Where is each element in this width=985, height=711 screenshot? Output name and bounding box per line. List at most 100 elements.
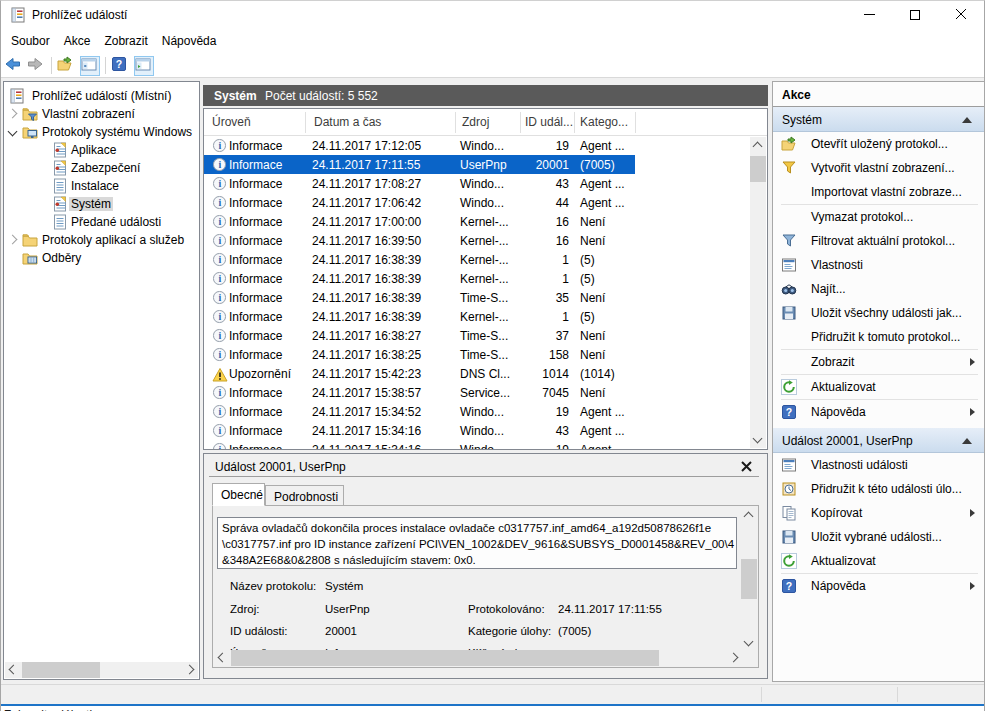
info-icon — [213, 234, 226, 247]
tree-item-aplikace[interactable]: Aplikace — [4, 141, 199, 159]
close-button[interactable] — [938, 1, 984, 28]
details-close-icon[interactable] — [741, 461, 752, 472]
event-row[interactable]: Upozornění 24.11.2017 15:42:23 DNS Cl...… — [204, 364, 635, 383]
back-button[interactable] — [5, 56, 25, 76]
help-button[interactable]: ? — [111, 56, 131, 76]
tree-horizontal-scrollbar[interactable] — [5, 662, 198, 678]
tree-item-p-edan-ud-losti[interactable]: Předané události — [4, 213, 199, 231]
event-row[interactable]: Informace 24.11.2017 15:34:52 Windo... 1… — [204, 402, 635, 421]
field-value: Systém — [325, 580, 363, 592]
field-value: UserPnp — [325, 603, 370, 615]
tree-item-instalace[interactable]: Instalace — [4, 177, 199, 195]
folder-plain-icon — [22, 232, 37, 247]
event-description: Správa ovladačů dokončila proces instala… — [217, 517, 737, 569]
info-icon — [213, 196, 226, 209]
info-icon — [213, 310, 226, 323]
column-header[interactable]: Datum a čas — [314, 115, 381, 129]
action-naj-t-[interactable]: Najít... — [773, 277, 984, 301]
minimize-button[interactable] — [846, 1, 892, 28]
tab-podrobnosti[interactable]: Podrobnosti — [265, 485, 344, 506]
action-kop-rovat[interactable]: Kopírovat — [773, 501, 984, 525]
tree-item-odb-ry[interactable]: Odběry — [4, 249, 199, 267]
info-icon — [213, 158, 226, 171]
action-ulo-it-vybran-ud-losti-[interactable]: Uložit vybrané události... — [773, 525, 984, 549]
column-header[interactable]: Úroveň — [212, 115, 251, 129]
event-row[interactable]: Informace 24.11.2017 16:38:39 Kernel-...… — [204, 250, 635, 269]
action-otev-t-ulo-en-protokol-[interactable]: Otevřít uložený protokol... — [773, 132, 984, 156]
action-pane-toggle-button[interactable] — [134, 56, 154, 76]
details-vertical-scrollbar[interactable] — [741, 507, 757, 651]
action-ulo-it-v-echny-ud-losti-jak-[interactable]: Uložit všechny události jak... — [773, 301, 984, 325]
event-row[interactable]: Informace 24.11.2017 17:08:27 Windo... 4… — [204, 174, 635, 193]
event-row[interactable]: Informace 24.11.2017 17:00:00 Kernel-...… — [204, 212, 635, 231]
action-p-idru-it-k-tomuto-protokol-[interactable]: Přidružit k tomuto protokol... — [773, 325, 984, 349]
action-section-header[interactable]: Systém — [773, 107, 984, 132]
event-row[interactable]: Informace 24.11.2017 15:34:16 Windo... 4… — [204, 421, 635, 440]
action-vlastnosti[interactable]: Vlastnosti — [773, 253, 984, 277]
help-icon: ? — [781, 404, 797, 420]
action-n-pov-da[interactable]: ?Nápověda — [773, 574, 984, 598]
info-icon — [213, 291, 226, 304]
column-header[interactable]: Zdroj — [462, 115, 489, 129]
warning-icon — [212, 367, 227, 382]
action-zobrazit[interactable]: Zobrazit — [773, 350, 984, 374]
event-row[interactable]: Informace 24.11.2017 15:38:57 Service...… — [204, 383, 635, 402]
svg-text:?: ? — [786, 406, 792, 418]
filter-new-icon — [781, 160, 797, 176]
tree-item-protokoly-syst-mu-windows[interactable]: Protokoly systému Windows — [4, 123, 199, 141]
menu-zobrazit[interactable]: Zobrazit — [97, 30, 154, 52]
event-row[interactable]: Informace 24.11.2017 16:38:39 Time-S... … — [204, 288, 635, 307]
action-importovat-vlastn-zobraze-[interactable]: Importovat vlastní zobraze... — [773, 180, 984, 204]
tree-item-protokoly-aplikac-a-slu-eb[interactable]: Protokoly aplikací a služeb — [4, 231, 199, 249]
menu-soubor[interactable]: Soubor — [4, 30, 57, 52]
open-saved-log-button[interactable] — [57, 56, 77, 76]
collapse-icon[interactable] — [962, 438, 972, 444]
save-icon — [781, 305, 797, 321]
menu-nápověda[interactable]: Nápověda — [155, 30, 224, 52]
status-bar — [1, 684, 984, 704]
event-row[interactable]: Informace 24.11.2017 17:12:05 Windo... 1… — [204, 136, 635, 155]
event-row[interactable]: Informace 24.11.2017 16:39:50 Kernel-...… — [204, 231, 635, 250]
maximize-button[interactable] — [892, 1, 938, 28]
collapse-icon[interactable] — [962, 117, 972, 123]
tab-obecne[interactable]: Obecné — [212, 483, 265, 506]
field-label: Protokolováno: — [468, 603, 545, 615]
chevron-down-icon[interactable] — [8, 127, 18, 137]
action-aktualizovat[interactable]: Aktualizovat — [773, 549, 984, 573]
action-n-pov-da[interactable]: ?Nápověda — [773, 400, 984, 424]
details-horizontal-scrollbar[interactable] — [214, 650, 742, 666]
tree-item-syst-m[interactable]: Systém — [4, 195, 199, 213]
event-viewer-icon — [9, 88, 24, 103]
open-folder-icon — [781, 136, 797, 152]
forward-button[interactable] — [27, 56, 47, 76]
title-bar: Prohlížeč událostí — [1, 1, 984, 28]
tree-item-prohl-e-ud-lost-m-stn-[interactable]: Prohlížeč událostí (Místní) — [4, 87, 199, 105]
action-aktualizovat[interactable]: Aktualizovat — [773, 375, 984, 399]
column-header[interactable]: ID udál... — [525, 115, 573, 129]
event-row[interactable]: Informace 24.11.2017 16:38:39 Kernel-...… — [204, 307, 635, 326]
event-row[interactable]: Informace 24.11.2017 15:34:16 Windo... 1… — [204, 440, 635, 450]
table-vertical-scrollbar[interactable] — [750, 137, 766, 448]
menu-akce[interactable]: Akce — [57, 30, 98, 52]
log-plain-icon — [52, 214, 67, 229]
tree-item-vlastn-zobrazen-[interactable]: Vlastní zobrazení — [4, 105, 199, 123]
chevron-right-icon[interactable] — [8, 109, 18, 119]
properties-icon — [781, 457, 797, 473]
chevron-right-icon[interactable] — [8, 235, 18, 245]
action-section-header[interactable]: Událost 20001, UserPnp — [773, 428, 984, 453]
action-vymazat-protokol-[interactable]: Vymazat protokol... — [773, 205, 984, 229]
tree-item-zabezpe-en-[interactable]: Zabezpečení — [4, 159, 199, 177]
event-row[interactable]: Informace 24.11.2017 16:38:39 Kernel-...… — [204, 269, 635, 288]
svg-text:?: ? — [786, 580, 792, 592]
action-p-idru-it-k-t-to-ud-losti-lo-[interactable]: Přidružit k této události úlo... — [773, 477, 984, 501]
info-icon — [213, 253, 226, 266]
event-row[interactable]: Informace 24.11.2017 17:06:42 Windo... 4… — [204, 193, 635, 212]
event-row[interactable]: Informace 24.11.2017 16:38:25 Time-S... … — [204, 345, 635, 364]
column-header[interactable]: Katego... — [580, 115, 628, 129]
event-row[interactable]: Informace 24.11.2017 16:38:27 Time-S... … — [204, 326, 635, 345]
action-vytvo-it-vlastn-zobrazen-[interactable]: Vytvořit vlastní zobrazení... — [773, 156, 984, 180]
event-row[interactable]: Informace 24.11.2017 17:11:55 UserPnp 20… — [204, 155, 635, 174]
action-vlastnosti-ud-losti[interactable]: Vlastnosti události — [773, 453, 984, 477]
console-tree-toggle-button[interactable] — [80, 56, 100, 76]
action-filtrovat-aktu-ln-protokol-[interactable]: Filtrovat aktuální protokol... — [773, 229, 984, 253]
